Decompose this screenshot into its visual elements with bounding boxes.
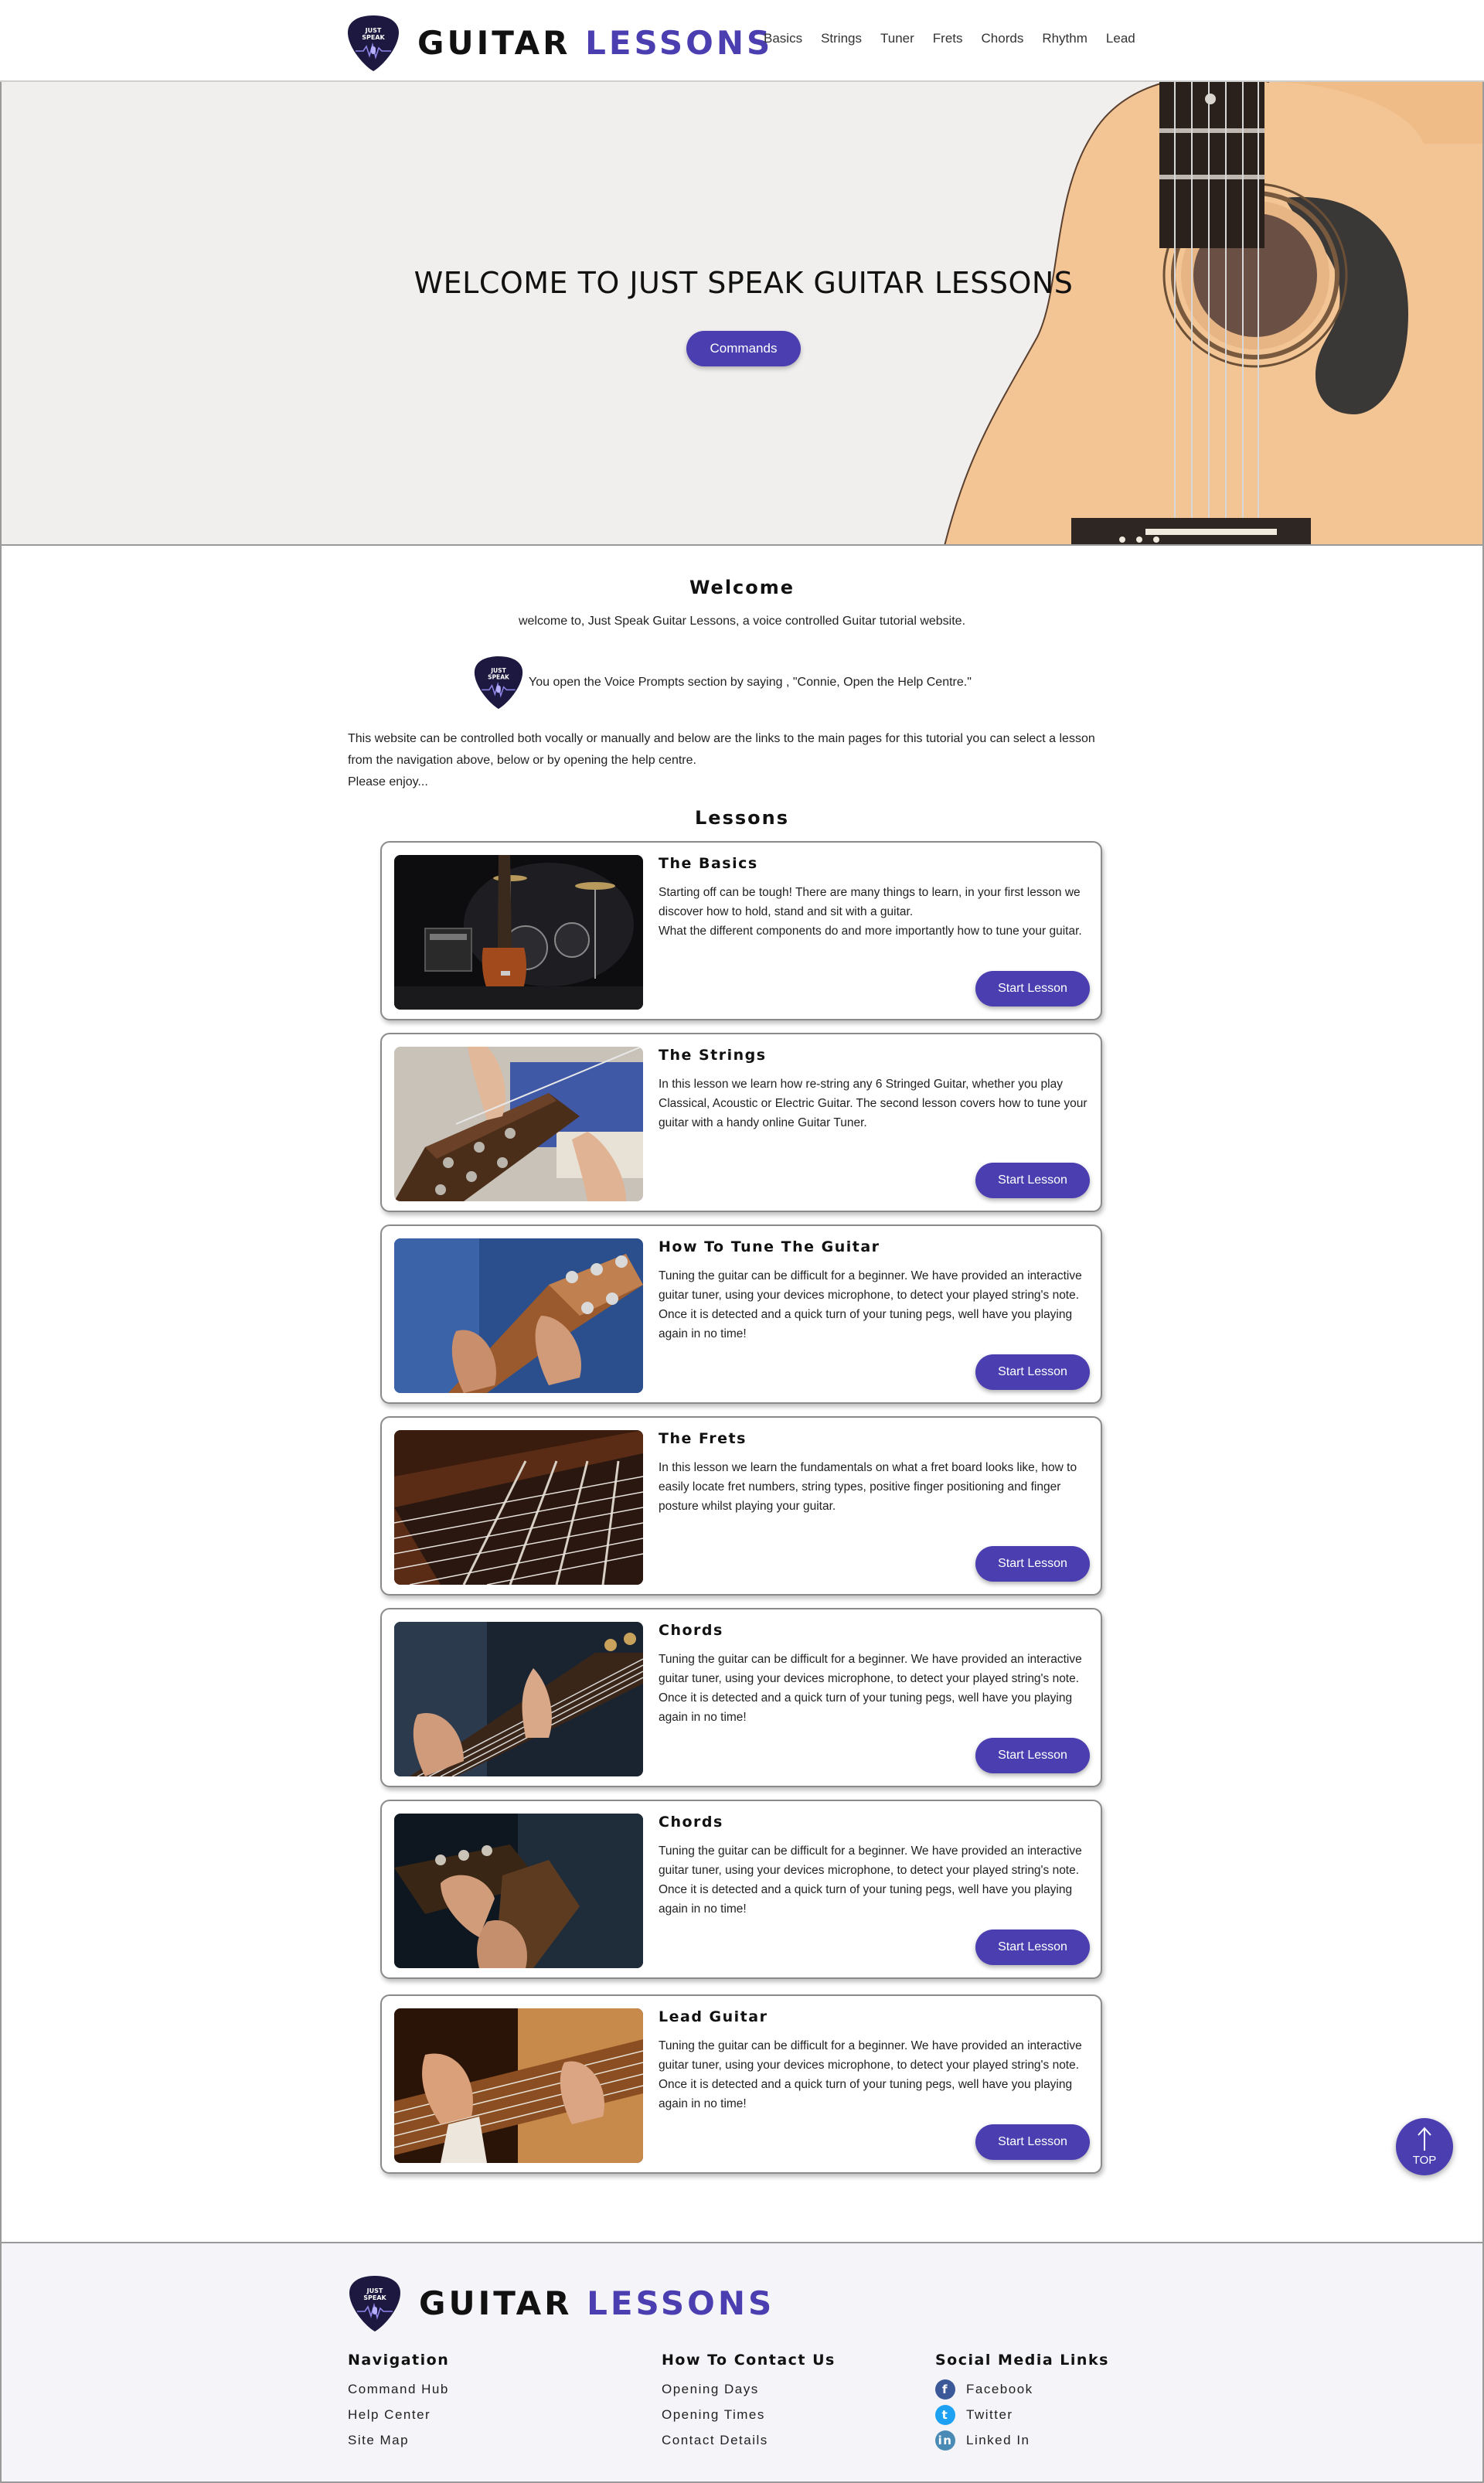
- lesson-card-tuner: How To Tune The Guitar Tuning the guitar…: [380, 1224, 1102, 1404]
- brand-word-guitar: GUITAR: [419, 2284, 573, 2322]
- footer-contact-title: How To Contact Us: [662, 2352, 836, 2369]
- linkedin-icon: in: [935, 2430, 955, 2451]
- nav-tuner[interactable]: Tuner: [880, 31, 914, 46]
- start-lesson-button[interactable]: Start Lesson: [975, 1738, 1090, 1773]
- start-lesson-button[interactable]: Start Lesson: [975, 1546, 1090, 1582]
- svg-text:SPEAK: SPEAK: [488, 673, 510, 680]
- linkedin-label: Linked In: [966, 2432, 1030, 2447]
- start-lesson-button[interactable]: Start Lesson: [975, 1163, 1090, 1198]
- voice-prompt-hint: JUST SPEAK You open the Voice Prompts se…: [473, 653, 972, 712]
- nav-chords[interactable]: Chords: [982, 31, 1024, 46]
- nav-rhythm[interactable]: Rhythm: [1042, 31, 1087, 46]
- brand-word-lessons: LESSONS: [587, 2284, 775, 2322]
- lesson-description: Starting off can be tough! There are man…: [659, 886, 1082, 938]
- lesson-card-frets: The Frets In this lesson we learn the fu…: [380, 1416, 1102, 1596]
- lesson-description: Tuning the guitar can be difficult for a…: [659, 1844, 1082, 1916]
- start-lesson-button[interactable]: Start Lesson: [975, 2124, 1090, 2160]
- hero-banner: WELCOME TO JUST SPEAK GUITAR LESSONS Com…: [0, 82, 1484, 546]
- lesson-image-strings: [394, 1047, 643, 1201]
- nav-frets[interactable]: Frets: [933, 31, 963, 46]
- lesson-description: Tuning the guitar can be difficult for a…: [659, 2039, 1082, 2110]
- footer-social-title: Social Media Links: [935, 2352, 1109, 2369]
- footer-logo[interactable]: JUST SPEAK GUITAR LESSONS: [348, 2274, 774, 2333]
- twitter-label: Twitter: [966, 2406, 1013, 2422]
- footer-contact: How To Contact Us Opening Days Opening T…: [662, 2352, 836, 2453]
- brand-name: GUITAR LESSONS: [419, 2287, 774, 2320]
- svg-text:JUST: JUST: [365, 27, 382, 34]
- lesson-title: The Frets: [659, 1430, 747, 1447]
- start-lesson-button[interactable]: Start Lesson: [975, 971, 1090, 1006]
- lesson-image-chords-2: [394, 1814, 643, 1968]
- lesson-title: Lead Guitar: [659, 2008, 768, 2025]
- acoustic-guitar-illustration: [944, 82, 1482, 544]
- lesson-description: Tuning the guitar can be difficult for a…: [659, 1653, 1082, 1724]
- lesson-image-lead: [394, 2008, 643, 2163]
- twitter-icon: t: [935, 2404, 955, 2425]
- lesson-card-lead: Lead Guitar Tuning the guitar can be dif…: [380, 1994, 1102, 2174]
- footer-link-contact-details[interactable]: Contact Details: [662, 2427, 836, 2453]
- lesson-description: Tuning the guitar can be difficult for a…: [659, 1269, 1082, 1340]
- svg-text:SPEAK: SPEAK: [363, 2294, 386, 2301]
- lesson-image-frets: [394, 1430, 643, 1585]
- nav-basics[interactable]: Basics: [764, 31, 802, 46]
- voice-prompt-text: You open the Voice Prompts section by sa…: [529, 676, 972, 689]
- guitar-pick-logo-icon: JUST SPEAK: [346, 14, 400, 73]
- facebook-icon: f: [935, 2379, 955, 2400]
- lesson-image-basics: [394, 855, 643, 1010]
- lesson-title: Chords: [659, 1622, 723, 1639]
- brand-word-lessons: LESSONS: [585, 24, 774, 62]
- brand-name: GUITAR LESSONS: [417, 27, 773, 60]
- lesson-title: Chords: [659, 1814, 723, 1831]
- site-logo[interactable]: JUST SPEAK GUITAR LESSONS: [346, 14, 773, 73]
- lessons-heading: Lessons: [695, 807, 789, 829]
- site-header: JUST SPEAK GUITAR LESSONS Basics Strings…: [0, 0, 1484, 82]
- lesson-card-strings: The Strings In this lesson we learn how …: [380, 1033, 1102, 1212]
- lesson-card-chords-2: Chords Tuning the guitar can be difficul…: [380, 1800, 1102, 1979]
- brand-word-guitar: GUITAR: [417, 24, 571, 62]
- hero-title: WELCOME TO JUST SPEAK GUITAR LESSONS: [414, 266, 1074, 300]
- lesson-title: The Strings: [659, 1047, 767, 1064]
- footer-link-linkedin[interactable]: in Linked In: [935, 2427, 1109, 2453]
- lesson-title: The Basics: [659, 855, 758, 872]
- welcome-heading: Welcome: [689, 577, 795, 598]
- lesson-description: In this lesson we learn the fundamentals…: [659, 1461, 1077, 1513]
- guitar-pick-logo-icon: JUST SPEAK: [473, 653, 524, 712]
- commands-button[interactable]: Commands: [686, 331, 801, 366]
- footer-link-opening-times[interactable]: Opening Times: [662, 2402, 836, 2427]
- top-label: TOP: [1412, 2154, 1437, 2167]
- footer-link-facebook[interactable]: f Facebook: [935, 2376, 1109, 2402]
- back-to-top-button[interactable]: TOP: [1396, 2118, 1453, 2175]
- facebook-label: Facebook: [966, 2381, 1033, 2396]
- welcome-text: welcome to, Just Speak Guitar Lessons, a…: [518, 615, 966, 628]
- lesson-card-basics: The Basics Starting off can be tough! Th…: [380, 841, 1102, 1020]
- main-nav: Basics Strings Tuner Frets Chords Rhythm…: [764, 31, 1154, 46]
- svg-text:SPEAK: SPEAK: [362, 34, 385, 41]
- footer-social: Social Media Links f Facebook t Twitter …: [935, 2352, 1109, 2453]
- lesson-image-tuner: [394, 1238, 643, 1393]
- footer-link-site-map[interactable]: Site Map: [348, 2427, 449, 2453]
- lesson-title: How To Tune The Guitar: [659, 1238, 880, 1255]
- nav-lead[interactable]: Lead: [1106, 31, 1135, 46]
- intro-paragraph: This website can be controlled both voca…: [348, 732, 1095, 788]
- footer-navigation-title: Navigation: [348, 2352, 450, 2369]
- svg-text:JUST: JUST: [366, 2287, 383, 2294]
- site-footer: JUST SPEAK GUITAR LESSONS Navigation Com…: [0, 2242, 1484, 2483]
- lesson-card-chords: Chords Tuning the guitar can be difficul…: [380, 1608, 1102, 1787]
- start-lesson-button[interactable]: Start Lesson: [975, 1930, 1090, 1965]
- footer-link-command-hub[interactable]: Command Hub: [348, 2376, 449, 2402]
- footer-link-opening-days[interactable]: Opening Days: [662, 2376, 836, 2402]
- nav-strings[interactable]: Strings: [821, 31, 862, 46]
- guitar-pick-logo-icon: JUST SPEAK: [348, 2274, 402, 2333]
- footer-link-twitter[interactable]: t Twitter: [935, 2402, 1109, 2427]
- start-lesson-button[interactable]: Start Lesson: [975, 1354, 1090, 1390]
- footer-navigation: Navigation Command Hub Help Center Site …: [348, 2352, 449, 2453]
- lesson-image-chords: [394, 1622, 643, 1776]
- arrow-up-icon: [1418, 2127, 1431, 2151]
- lesson-description: In this lesson we learn how re-string an…: [659, 1078, 1087, 1129]
- footer-link-help-center[interactable]: Help Center: [348, 2402, 449, 2427]
